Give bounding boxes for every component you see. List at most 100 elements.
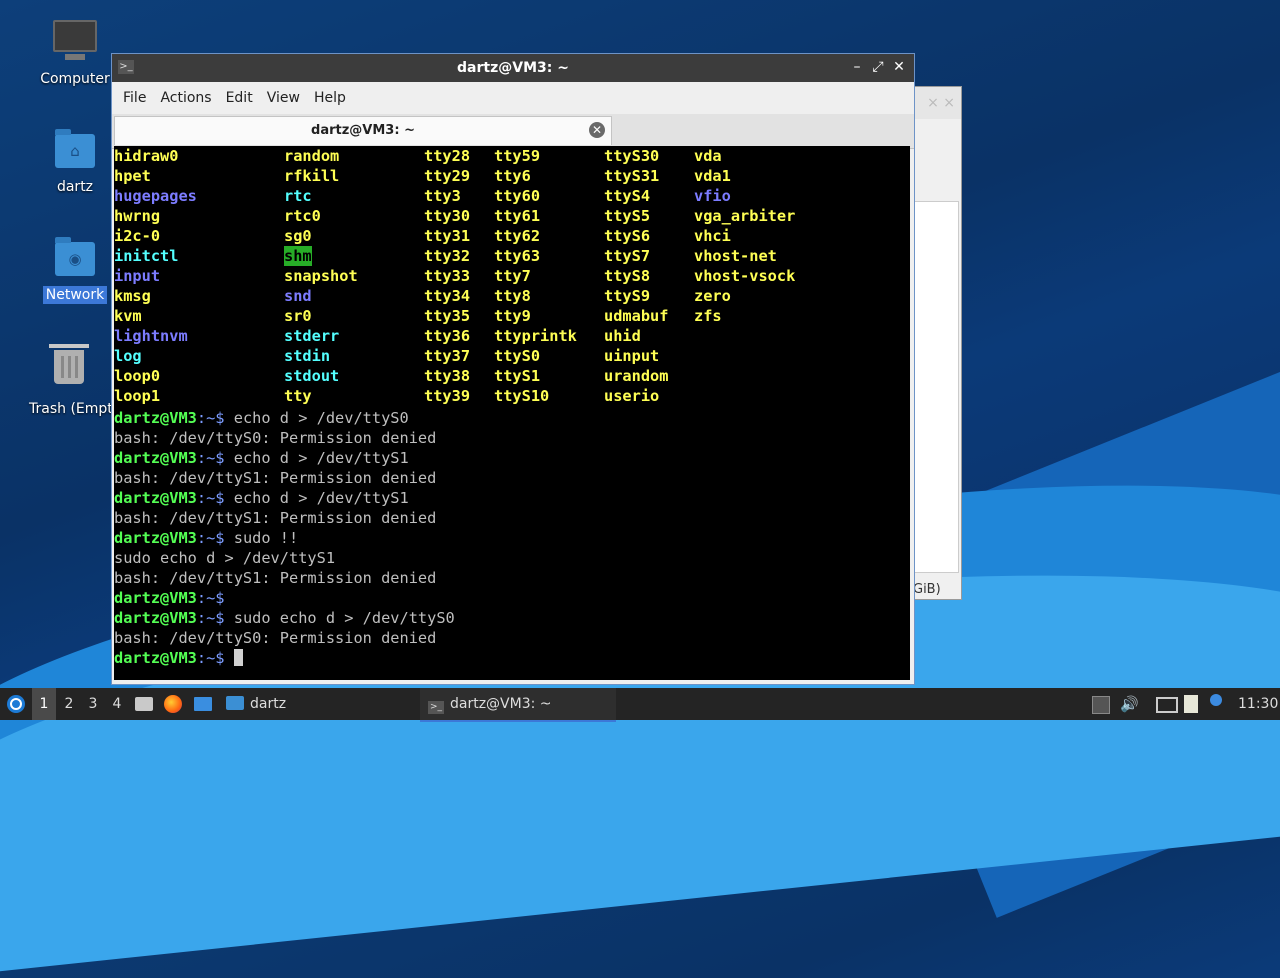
maximize-button[interactable]: ⤢ bbox=[869, 59, 887, 75]
device-entry: tty37 bbox=[424, 347, 471, 365]
shell-session: dartz@VM3:~$ echo d > /dev/ttyS0 bash: /d… bbox=[114, 408, 455, 668]
device-entry: tty6 bbox=[494, 167, 531, 185]
desktop-icon-network[interactable]: ◉ Network bbox=[30, 236, 120, 304]
device-entry: input bbox=[114, 267, 161, 285]
line-text: echo d > /dev/ttyS1 bbox=[224, 449, 409, 467]
desktop-icon-home[interactable]: ⌂ dartz bbox=[30, 128, 120, 196]
menu-file[interactable]: File bbox=[116, 90, 153, 106]
tab-bar: dartz@VM3: ~ ✕ bbox=[112, 114, 914, 149]
device-entry: tty bbox=[284, 387, 312, 405]
device-entry: rtc bbox=[284, 187, 312, 205]
taskbar: 1 2 3 4 dartz >_ dartz@VM3: ~ 🔊 11:30 bbox=[0, 688, 1280, 722]
app-menu-button[interactable] bbox=[4, 688, 28, 720]
background-window[interactable]: × × GiB) bbox=[912, 86, 962, 600]
device-entry: ttyprintk bbox=[494, 327, 577, 345]
device-entry: random bbox=[284, 147, 340, 165]
taskbar-item-terminal[interactable]: >_ dartz@VM3: ~ bbox=[420, 688, 616, 722]
workspace-3[interactable]: 3 bbox=[81, 688, 105, 720]
prompt-path: :~$ bbox=[196, 409, 225, 427]
desktop-icon-computer[interactable]: Computer bbox=[30, 20, 120, 88]
file-manager-launcher[interactable] bbox=[135, 688, 155, 720]
clock[interactable]: 11:30 bbox=[1238, 688, 1278, 720]
command-line: dartz@VM3:~$ sudo !! bbox=[114, 528, 455, 548]
device-entry: hugepages bbox=[114, 187, 197, 205]
workspace-1[interactable]: 1 bbox=[32, 688, 56, 720]
prompt-path: :~$ bbox=[196, 649, 225, 667]
clipboard-icon[interactable] bbox=[1184, 695, 1198, 713]
workspace-2[interactable]: 2 bbox=[57, 688, 81, 720]
taskbar-item-label: dartz bbox=[250, 696, 287, 712]
device-entry: udmabuf bbox=[604, 307, 669, 325]
device-entry: kvm bbox=[114, 307, 142, 325]
shell-prompt: dartz@VM3 bbox=[114, 529, 197, 547]
device-entry: snd bbox=[284, 287, 312, 305]
device-entry: ttyS9 bbox=[604, 287, 651, 305]
device-entry: rfkill bbox=[284, 167, 340, 185]
tab-title: dartz@VM3: ~ bbox=[311, 123, 415, 138]
output-line: bash: /dev/ttyS0: Permission denied bbox=[114, 628, 455, 648]
desktop-icon-trash[interactable]: Trash (Empty) bbox=[26, 344, 112, 418]
taskbar-item-dartz[interactable]: dartz bbox=[222, 688, 412, 720]
minimize-button[interactable]: – bbox=[848, 59, 866, 75]
device-entry: initctl bbox=[114, 247, 179, 265]
device-entry: vda bbox=[694, 147, 722, 165]
device-entry: tty3 bbox=[424, 187, 461, 205]
menu-help[interactable]: Help bbox=[307, 90, 353, 106]
tray-up-arrow-icon[interactable] bbox=[1092, 696, 1110, 714]
line-text: sudo echo d > /dev/ttyS1 bbox=[114, 549, 336, 567]
command-line: dartz@VM3:~$ sudo echo d > /dev/ttyS0 bbox=[114, 608, 455, 628]
background-window-titlebar: × × bbox=[913, 87, 961, 119]
update-notifier-icon[interactable] bbox=[1210, 694, 1222, 706]
text-cursor bbox=[233, 649, 243, 666]
show-desktop-button[interactable] bbox=[194, 688, 214, 720]
terminal-window[interactable]: >_ dartz@VM3: ~ – ⤢ ✕ File Actions Edit … bbox=[111, 53, 915, 685]
device-entry: ttyS5 bbox=[604, 207, 651, 225]
device-entry: tty29 bbox=[424, 167, 471, 185]
device-entry: tty59 bbox=[494, 147, 541, 165]
device-entry: sg0 bbox=[284, 227, 312, 245]
device-entry: tty8 bbox=[494, 287, 531, 305]
device-entry: tty39 bbox=[424, 387, 471, 405]
device-entry: urandom bbox=[604, 367, 669, 385]
command-line: dartz@VM3:~$ bbox=[114, 588, 455, 608]
device-entry: stdin bbox=[284, 347, 331, 365]
device-entry: ttyS8 bbox=[604, 267, 651, 285]
desktop-icon-label: Trash (Empty) bbox=[29, 401, 112, 417]
device-entry: uhid bbox=[604, 327, 641, 345]
tab-close-icon[interactable]: ✕ bbox=[589, 122, 605, 138]
shell-prompt: dartz@VM3 bbox=[114, 409, 197, 427]
device-entry: tty62 bbox=[494, 227, 541, 245]
line-text: bash: /dev/ttyS1: Permission denied bbox=[114, 469, 437, 487]
device-entry: tty35 bbox=[424, 307, 471, 325]
device-entry: ttyS1 bbox=[494, 367, 541, 385]
computer-icon bbox=[53, 20, 97, 64]
menu-actions[interactable]: Actions bbox=[153, 90, 218, 106]
desktop-icon-label: Network bbox=[42, 286, 108, 304]
line-text: bash: /dev/ttyS0: Permission denied bbox=[114, 429, 437, 447]
device-entry: tty32 bbox=[424, 247, 471, 265]
terminal-output[interactable]: hidraw0 hpet hugepages hwrng i2c-0 initctl inp… bbox=[114, 146, 910, 680]
volume-icon[interactable]: 🔊 bbox=[1120, 696, 1139, 712]
line-text: sudo !! bbox=[224, 529, 299, 547]
device-entry: vga_arbiter bbox=[694, 207, 796, 225]
prompt-path: :~$ bbox=[196, 589, 225, 607]
line-text: bash: /dev/ttyS1: Permission denied bbox=[114, 509, 437, 527]
network-status-icon[interactable] bbox=[1156, 697, 1178, 713]
menu-edit[interactable]: Edit bbox=[219, 90, 260, 106]
close-button[interactable]: ✕ bbox=[890, 59, 908, 75]
device-entry: tty36 bbox=[424, 327, 471, 345]
device-entry: vda1 bbox=[694, 167, 731, 185]
device-entry: shm bbox=[284, 246, 312, 266]
device-entry: hidraw0 bbox=[114, 147, 179, 165]
terminal-titlebar[interactable]: >_ dartz@VM3: ~ – ⤢ ✕ bbox=[112, 54, 914, 82]
terminal-tab[interactable]: dartz@VM3: ~ ✕ bbox=[114, 116, 612, 145]
folder-icon bbox=[226, 696, 244, 710]
home-folder-icon: ⌂ bbox=[53, 128, 97, 172]
firefox-launcher[interactable] bbox=[164, 688, 184, 720]
menu-view[interactable]: View bbox=[260, 90, 307, 106]
device-entry: uinput bbox=[604, 347, 660, 365]
workspace-4[interactable]: 4 bbox=[105, 688, 129, 720]
prompt-path: :~$ bbox=[196, 489, 225, 507]
device-entry: ttyS31 bbox=[604, 167, 660, 185]
device-entry: userio bbox=[604, 387, 660, 405]
